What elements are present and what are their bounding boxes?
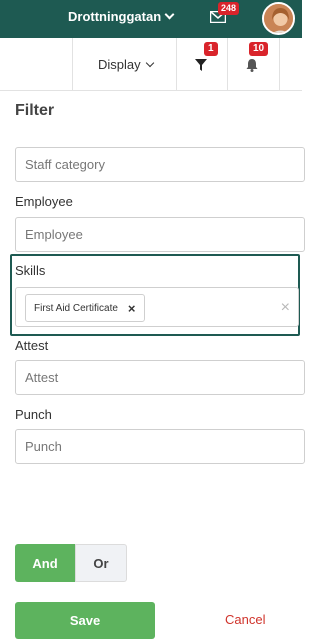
mail-count-badge: 248 bbox=[218, 2, 240, 15]
clear-selection-icon[interactable]: × bbox=[281, 299, 290, 317]
skills-multiselect[interactable]: First Aid Certificate × × bbox=[15, 287, 299, 327]
attest-label: Attest bbox=[15, 338, 49, 353]
filter-count-badge: 1 bbox=[204, 42, 218, 56]
remove-chip-icon[interactable]: × bbox=[128, 301, 136, 316]
display-label: Display bbox=[98, 57, 141, 72]
punch-placeholder: Punch bbox=[25, 439, 62, 454]
divider bbox=[176, 38, 177, 91]
punch-label: Punch bbox=[15, 407, 52, 422]
filter-title: Filter bbox=[15, 102, 55, 119]
attest-placeholder: Attest bbox=[25, 370, 59, 385]
and-toggle-button[interactable]: And bbox=[15, 544, 75, 582]
display-dropdown[interactable]: Display bbox=[98, 57, 154, 72]
notification-icon[interactable] bbox=[245, 58, 259, 72]
notification-count-badge: 10 bbox=[249, 42, 269, 56]
punch-input[interactable]: Punch bbox=[15, 429, 305, 464]
or-toggle-button[interactable]: Or bbox=[75, 544, 127, 582]
avatar[interactable] bbox=[262, 2, 295, 35]
filter-panel: Filter Staff category Employee Employee … bbox=[0, 92, 305, 644]
staff-category-input[interactable]: Staff category bbox=[15, 147, 305, 182]
save-button[interactable]: Save bbox=[15, 602, 155, 639]
divider bbox=[72, 38, 73, 91]
skill-chip-label: First Aid Certificate bbox=[34, 302, 118, 314]
chevron-down-icon bbox=[145, 58, 154, 67]
divider bbox=[279, 38, 280, 91]
user-photo-icon bbox=[264, 4, 293, 33]
location-selector[interactable]: Drottninggatan bbox=[68, 9, 175, 24]
attest-input[interactable]: Attest bbox=[15, 360, 305, 395]
skill-chip: First Aid Certificate × bbox=[25, 294, 145, 322]
employee-input[interactable]: Employee bbox=[15, 217, 305, 252]
employee-placeholder: Employee bbox=[25, 227, 83, 242]
sub-toolbar: Display 1 10 bbox=[0, 38, 302, 91]
top-header: Drottninggatan 248 bbox=[0, 0, 302, 38]
divider bbox=[227, 38, 228, 91]
skills-label: Skills bbox=[15, 263, 46, 278]
chevron-down-icon bbox=[164, 9, 175, 20]
location-label: Drottninggatan bbox=[68, 9, 162, 24]
employee-label: Employee bbox=[15, 194, 73, 209]
cancel-button[interactable]: Cancel bbox=[225, 612, 265, 627]
filter-icon[interactable] bbox=[195, 59, 207, 71]
staff-category-placeholder: Staff category bbox=[25, 157, 105, 172]
